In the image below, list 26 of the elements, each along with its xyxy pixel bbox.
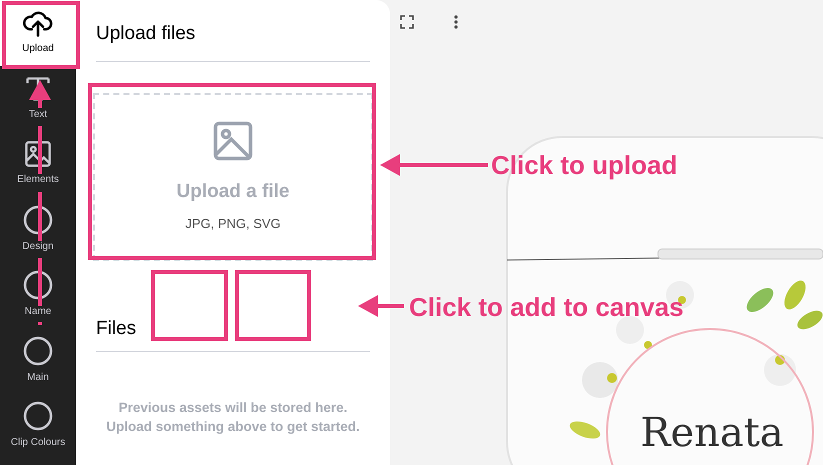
sidebar-item[interactable]: Clip Colours <box>0 393 76 458</box>
sidebar-item[interactable]: Text <box>0 66 76 131</box>
cloud-upload-icon <box>23 9 53 38</box>
text-icon <box>24 74 52 103</box>
product-name-text: Renata <box>640 410 784 456</box>
sidebar-item[interactable]: Elements <box>0 131 76 196</box>
circle-icon <box>23 401 53 432</box>
sidebar-item[interactable]: Name <box>0 262 76 328</box>
circle-icon <box>23 270 53 300</box>
callout-text: Click to upload <box>491 152 678 178</box>
panel-title: Upload files <box>96 20 370 62</box>
callout-text: Click to add to canvas <box>409 294 684 320</box>
circle-icon <box>23 204 53 235</box>
dropzone-formats: JPG, PNG, SVG <box>185 215 281 233</box>
dropzone-title: Upload a file <box>176 180 290 204</box>
image-icon <box>212 120 254 162</box>
fullscreen-icon[interactable] <box>400 15 414 29</box>
circle-icon <box>23 336 53 366</box>
empty-files-message: Previous assets will be stored here. Upload something above to get started. <box>105 399 361 436</box>
image-icon <box>24 140 52 168</box>
files-label: Files <box>96 318 136 338</box>
annotation-arrow <box>358 295 404 317</box>
sidebar-item[interactable]: Design <box>0 196 76 262</box>
more-options-icon[interactable] <box>454 15 458 29</box>
sidebar-item[interactable]: Main <box>0 328 76 393</box>
upload-dropzone[interactable]: Upload a file JPG, PNG, SVG <box>93 92 373 260</box>
